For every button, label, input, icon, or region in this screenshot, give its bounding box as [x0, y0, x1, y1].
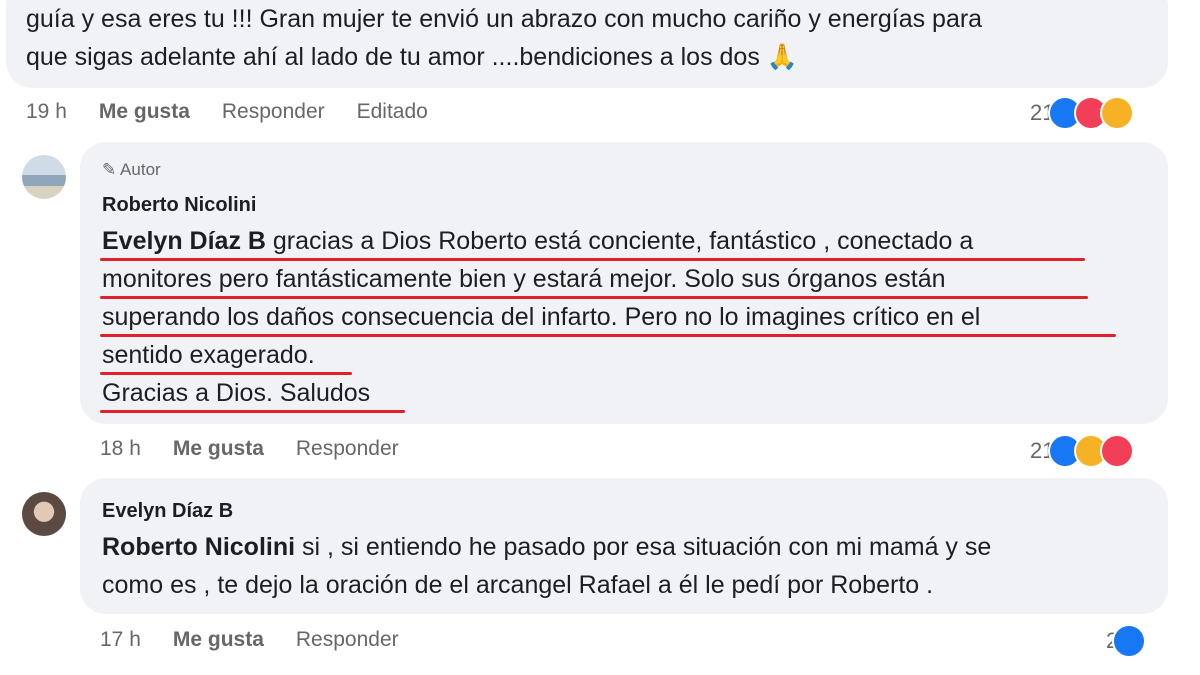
comment-1-actions: 19 h Me gusta Responder Editado	[26, 100, 460, 124]
comment-2-reactions[interactable]: 21	[1030, 434, 1135, 468]
comment-2-line-4: sentido exagerado.	[102, 341, 315, 369]
highlight-underline	[100, 296, 1088, 299]
care-reaction-icon	[1100, 96, 1135, 130]
comment-3-like-button[interactable]: Me gusta	[173, 628, 264, 652]
author-badge: ✎ Autor	[102, 160, 161, 180]
love-reaction-icon	[1100, 434, 1135, 468]
highlight-underline	[100, 410, 405, 413]
comment-2-actions: 18 h Me gusta Responder	[100, 437, 431, 461]
comment-3-line-1: si , si entiendo he pasado por esa situa…	[295, 533, 992, 561]
comment-1-line-2: que sigas adelante ahí al lado de tu amo…	[26, 43, 798, 71]
comment-3-actions: 17 h Me gusta Responder	[100, 628, 431, 652]
comment-3-time[interactable]: 17 h	[100, 628, 141, 652]
comment-2-line-3: superando los daños consecuencia del inf…	[102, 303, 981, 331]
pencil-icon: ✎	[102, 160, 117, 179]
comment-bubble-3: Evelyn Díaz B Roberto Nicolini si , si e…	[80, 478, 1168, 614]
comment-3-reply-button[interactable]: Responder	[296, 628, 399, 652]
author-badge-label: Autor	[120, 160, 161, 179]
comment-bubble-2: ✎ Autor Roberto Nicolini Evelyn Díaz B g…	[80, 142, 1168, 424]
comment-3-line-2: como es , te dejo la oración de el arcan…	[102, 571, 934, 599]
comment-2-author[interactable]: Roberto Nicolini	[102, 194, 256, 217]
like-reaction-icon	[1112, 624, 1147, 658]
avatar-roberto[interactable]	[22, 155, 66, 199]
comment-1-edited-label: Editado	[356, 100, 428, 123]
comment-2-line-5: Gracias a Dios. Saludos	[102, 379, 371, 407]
comment-3-author[interactable]: Evelyn Díaz B	[102, 500, 233, 523]
comment-3-mention[interactable]: Roberto Nicolini	[102, 533, 295, 561]
comment-2-time[interactable]: 18 h	[100, 437, 141, 461]
highlight-underline	[100, 258, 1085, 261]
comment-1-line-1: guía y esa eres tu !!! Gran mujer te env…	[26, 5, 983, 33]
comment-2-text: Evelyn Díaz B gracias a Dios Roberto est…	[102, 222, 1152, 412]
comment-2-mention[interactable]: Evelyn Díaz B	[102, 227, 266, 255]
comment-2-like-button[interactable]: Me gusta	[173, 437, 264, 461]
highlight-underline	[100, 372, 352, 375]
comment-bubble-1: guía y esa eres tu !!! Gran mujer te env…	[6, 0, 1168, 88]
comment-3-reactions[interactable]: 2	[1106, 624, 1147, 658]
comment-1-text: guía y esa eres tu !!! Gran mujer te env…	[26, 0, 1156, 76]
comment-1-reactions[interactable]: 21	[1030, 96, 1135, 130]
comment-3-text: Roberto Nicolini si , si entiendo he pas…	[102, 528, 1152, 604]
comment-1-reply-button[interactable]: Responder	[222, 100, 325, 124]
comment-1-like-button[interactable]: Me gusta	[99, 100, 190, 124]
comment-2-reply-button[interactable]: Responder	[296, 437, 399, 461]
comment-2-line-1: gracias a Dios Roberto está conciente, f…	[265, 227, 974, 255]
comment-1-time[interactable]: 19 h	[26, 100, 67, 124]
avatar-evelyn[interactable]	[22, 492, 66, 536]
highlight-underline	[100, 334, 1116, 337]
comment-2-line-2: monitores pero fantásticamente bien y es…	[102, 265, 946, 293]
